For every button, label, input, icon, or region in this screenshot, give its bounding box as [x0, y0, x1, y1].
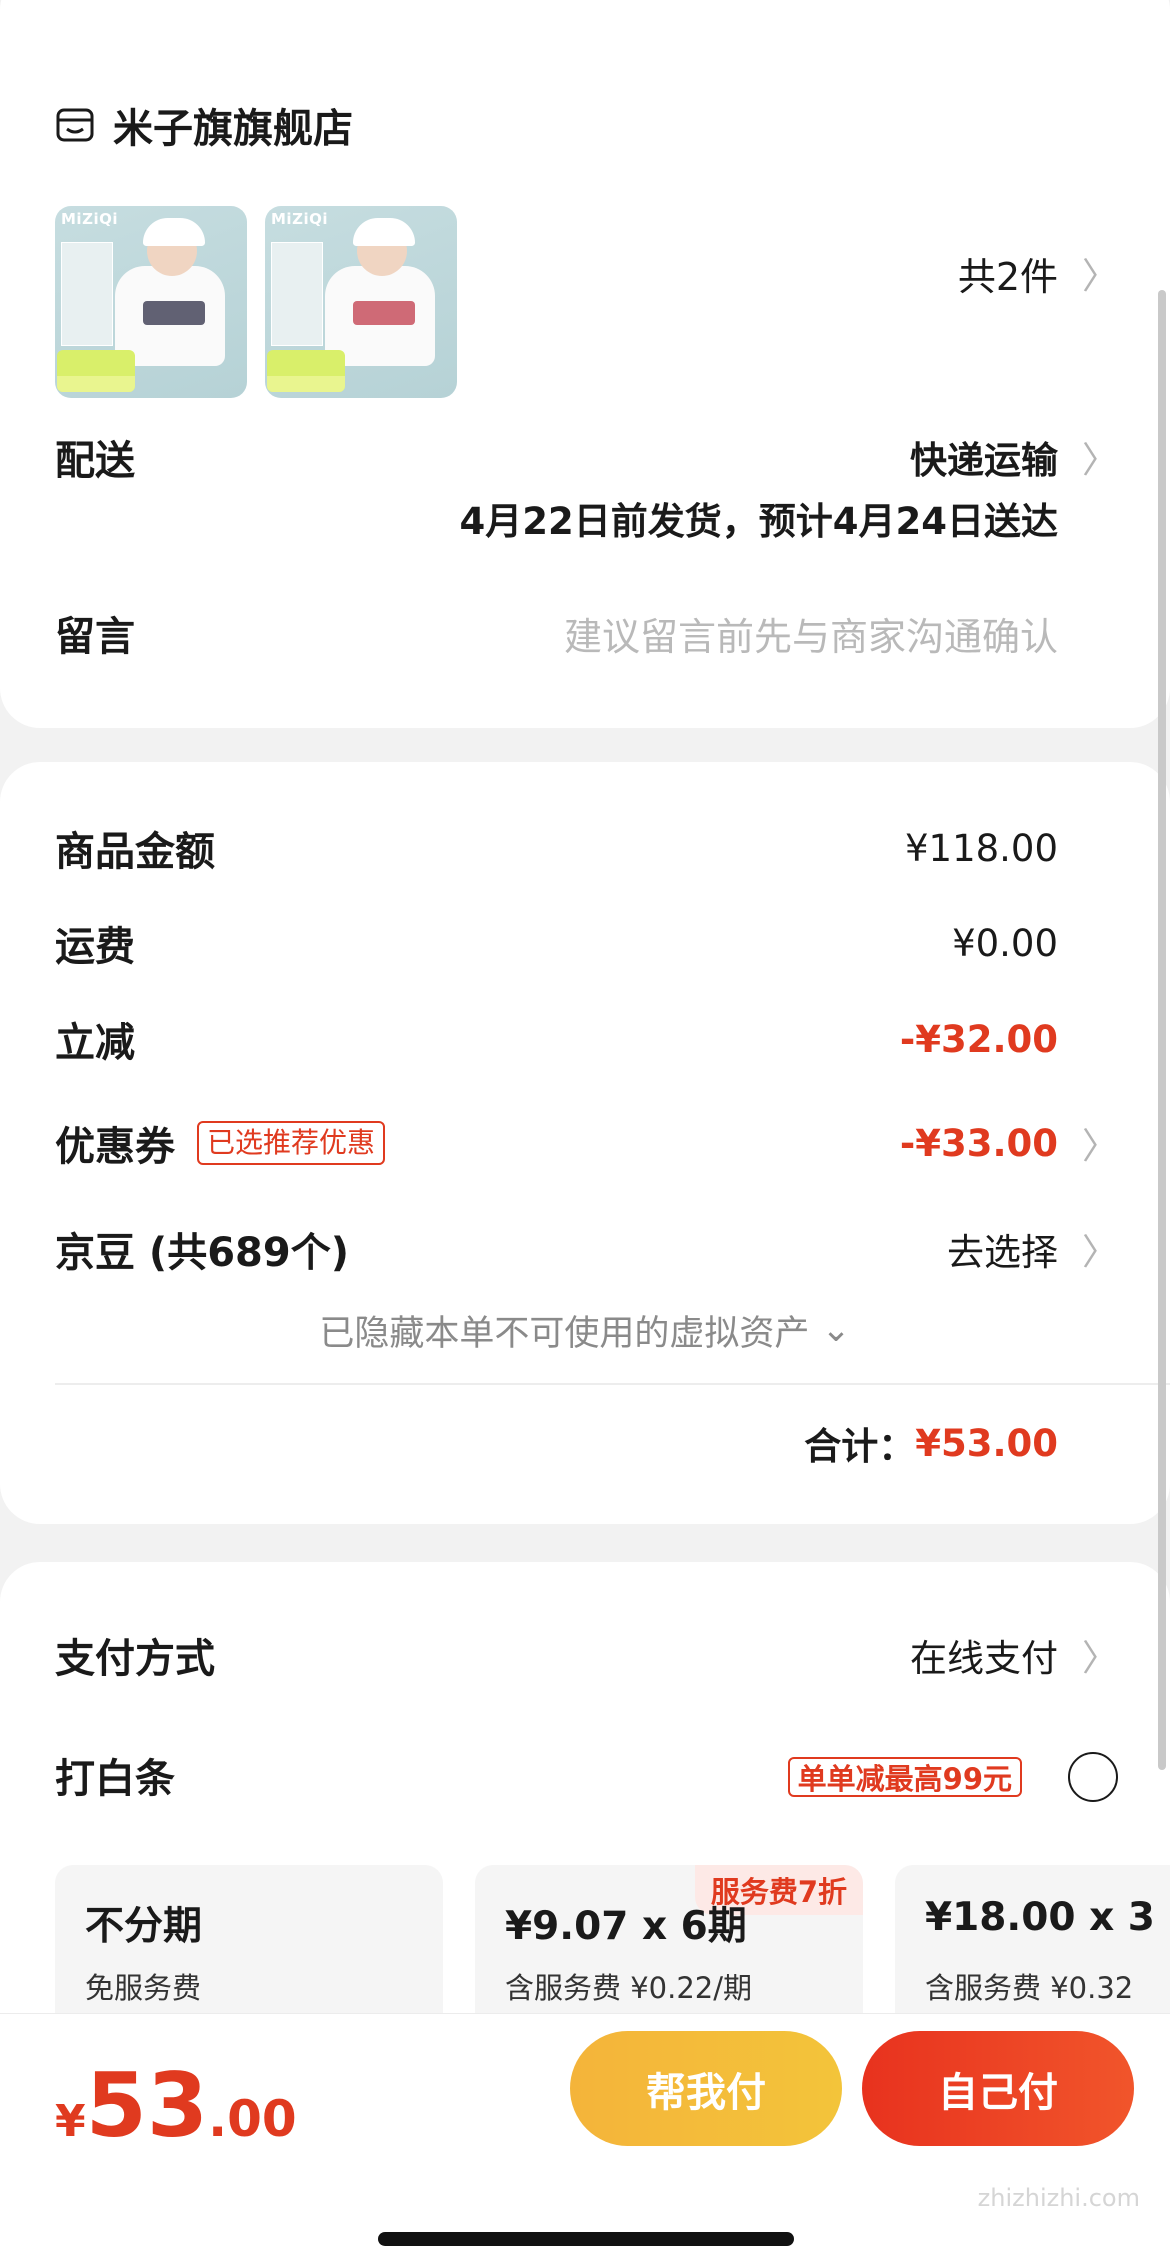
hidden-assets-text: 已隐藏本单不可使用的虚拟资产 [319, 1313, 810, 1354]
coupon-value: -¥33.00 [899, 1121, 1058, 1165]
jingdou-label: 京豆 (共689个) [55, 1230, 349, 1276]
goods-amount-label: 商品金额 [55, 829, 215, 875]
jingdou-select: 去选择 [947, 1231, 1058, 1274]
shop-icon [56, 108, 94, 142]
baitiao-promo-badge: 单单减最高99元 [787, 1757, 1022, 1797]
total-value: ¥53.00 [915, 1421, 1058, 1465]
instant-discount-row: 立减 -¥32.00 [55, 1004, 1170, 1074]
delivery-date: 4月22日前发货，预计4月24日送达 [459, 500, 1058, 543]
message-input[interactable]: 建议留言前先与商家沟通确认 [564, 598, 1058, 668]
instant-discount-label: 立减 [55, 1020, 135, 1066]
total-row: 合计： ¥53.00 [804, 1408, 1058, 1478]
item-count[interactable]: 共2件 [958, 243, 1058, 303]
payment-method-value: 在线支付 [910, 1637, 1058, 1680]
plan-title: ¥9.07 x 6期 [505, 1904, 747, 1949]
baitiao-radio[interactable] [1068, 1752, 1118, 1802]
shop-name: 米子旗旗舰店 [113, 106, 353, 152]
divider [55, 1383, 1170, 1385]
shipping-fee-value: ¥0.00 [952, 921, 1058, 965]
delivery-row[interactable]: 配送 快递运输 〉 [55, 422, 1170, 492]
message-label: 留言 [55, 614, 135, 660]
product-thumbnail-2[interactable]: MiZiQi [265, 206, 457, 398]
help-me-pay-button[interactable]: 帮我付 [570, 2031, 842, 2146]
chevron-right-icon: 〉 [1081, 1638, 1118, 1679]
home-indicator[interactable] [378, 2232, 794, 2246]
total-label: 合计： [804, 1425, 916, 1468]
coupon-badge: 已选推荐优惠 [197, 1121, 386, 1165]
product-brand: MiZiQi [61, 210, 118, 228]
chevron-right-icon: 〉 [1081, 256, 1118, 297]
chevron-right-icon: 〉 [1081, 1232, 1118, 1273]
goods-amount-row: 商品金额 ¥118.00 [55, 813, 1170, 883]
payment-method-label: 支付方式 [55, 1636, 215, 1682]
instant-discount-value: -¥32.00 [899, 1017, 1058, 1061]
delivery-label: 配送 [55, 438, 135, 484]
product-thumbnail-1[interactable]: MiZiQi [55, 206, 247, 398]
shipping-fee-label: 运费 [55, 924, 135, 970]
plan-subtitle: 含服务费 ¥0.22/期 [505, 1971, 753, 2005]
coupon-row[interactable]: 优惠券 已选推荐优惠 -¥33.00 〉 [55, 1108, 1170, 1178]
coupon-label: 优惠券 [55, 1124, 175, 1170]
payment-method-row[interactable]: 支付方式 在线支付 〉 [55, 1620, 1170, 1690]
plan-subtitle: 免服务费 [85, 1971, 202, 2005]
plan-subtitle: 含服务费 ¥0.32 [925, 1971, 1134, 2005]
plan-title: 不分期 [85, 1904, 203, 1949]
jingdou-row[interactable]: 京豆 (共689个) 去选择 〉 [55, 1214, 1170, 1284]
currency-symbol: ¥ [55, 2096, 86, 2147]
shipping-fee-row: 运费 ¥0.00 [55, 908, 1170, 978]
watermark: zhizhizhi.com [977, 2184, 1140, 2212]
hidden-assets-toggle[interactable]: 已隐藏本单不可使用的虚拟资产 ⌄ [0, 1295, 1170, 1365]
baitiao-label: 打白条 [55, 1756, 175, 1802]
product-brand: MiZiQi [271, 210, 328, 228]
goods-amount-value: ¥118.00 [904, 826, 1058, 870]
pay-amount-integer: 53 [85, 2054, 209, 2157]
plan-title: ¥18.00 x 3 [925, 1895, 1155, 1940]
pay-myself-button[interactable]: 自己付 [862, 2031, 1134, 2146]
pay-amount: ¥ 53 .00 [55, 2054, 297, 2157]
shop-header[interactable]: 米子旗旗舰店 [55, 95, 353, 155]
chevron-down-icon: ⌄ [821, 1310, 851, 1350]
chevron-right-icon: 〉 [1081, 1126, 1118, 1167]
chevron-right-icon: 〉 [1081, 440, 1118, 481]
delivery-method: 快递运输 [910, 439, 1058, 482]
order-confirm-page: 米子旗旗舰店 MiZiQi MiZiQi 共2件 〉 配送 快递运输 〉 4月2… [0, 0, 1170, 2265]
scrollbar[interactable] [1158, 290, 1166, 1770]
bottom-bar: ¥ 53 .00 帮我付 自己付 zhizhizhi.com [0, 2013, 1170, 2265]
pay-amount-decimal: .00 [208, 2090, 297, 2148]
